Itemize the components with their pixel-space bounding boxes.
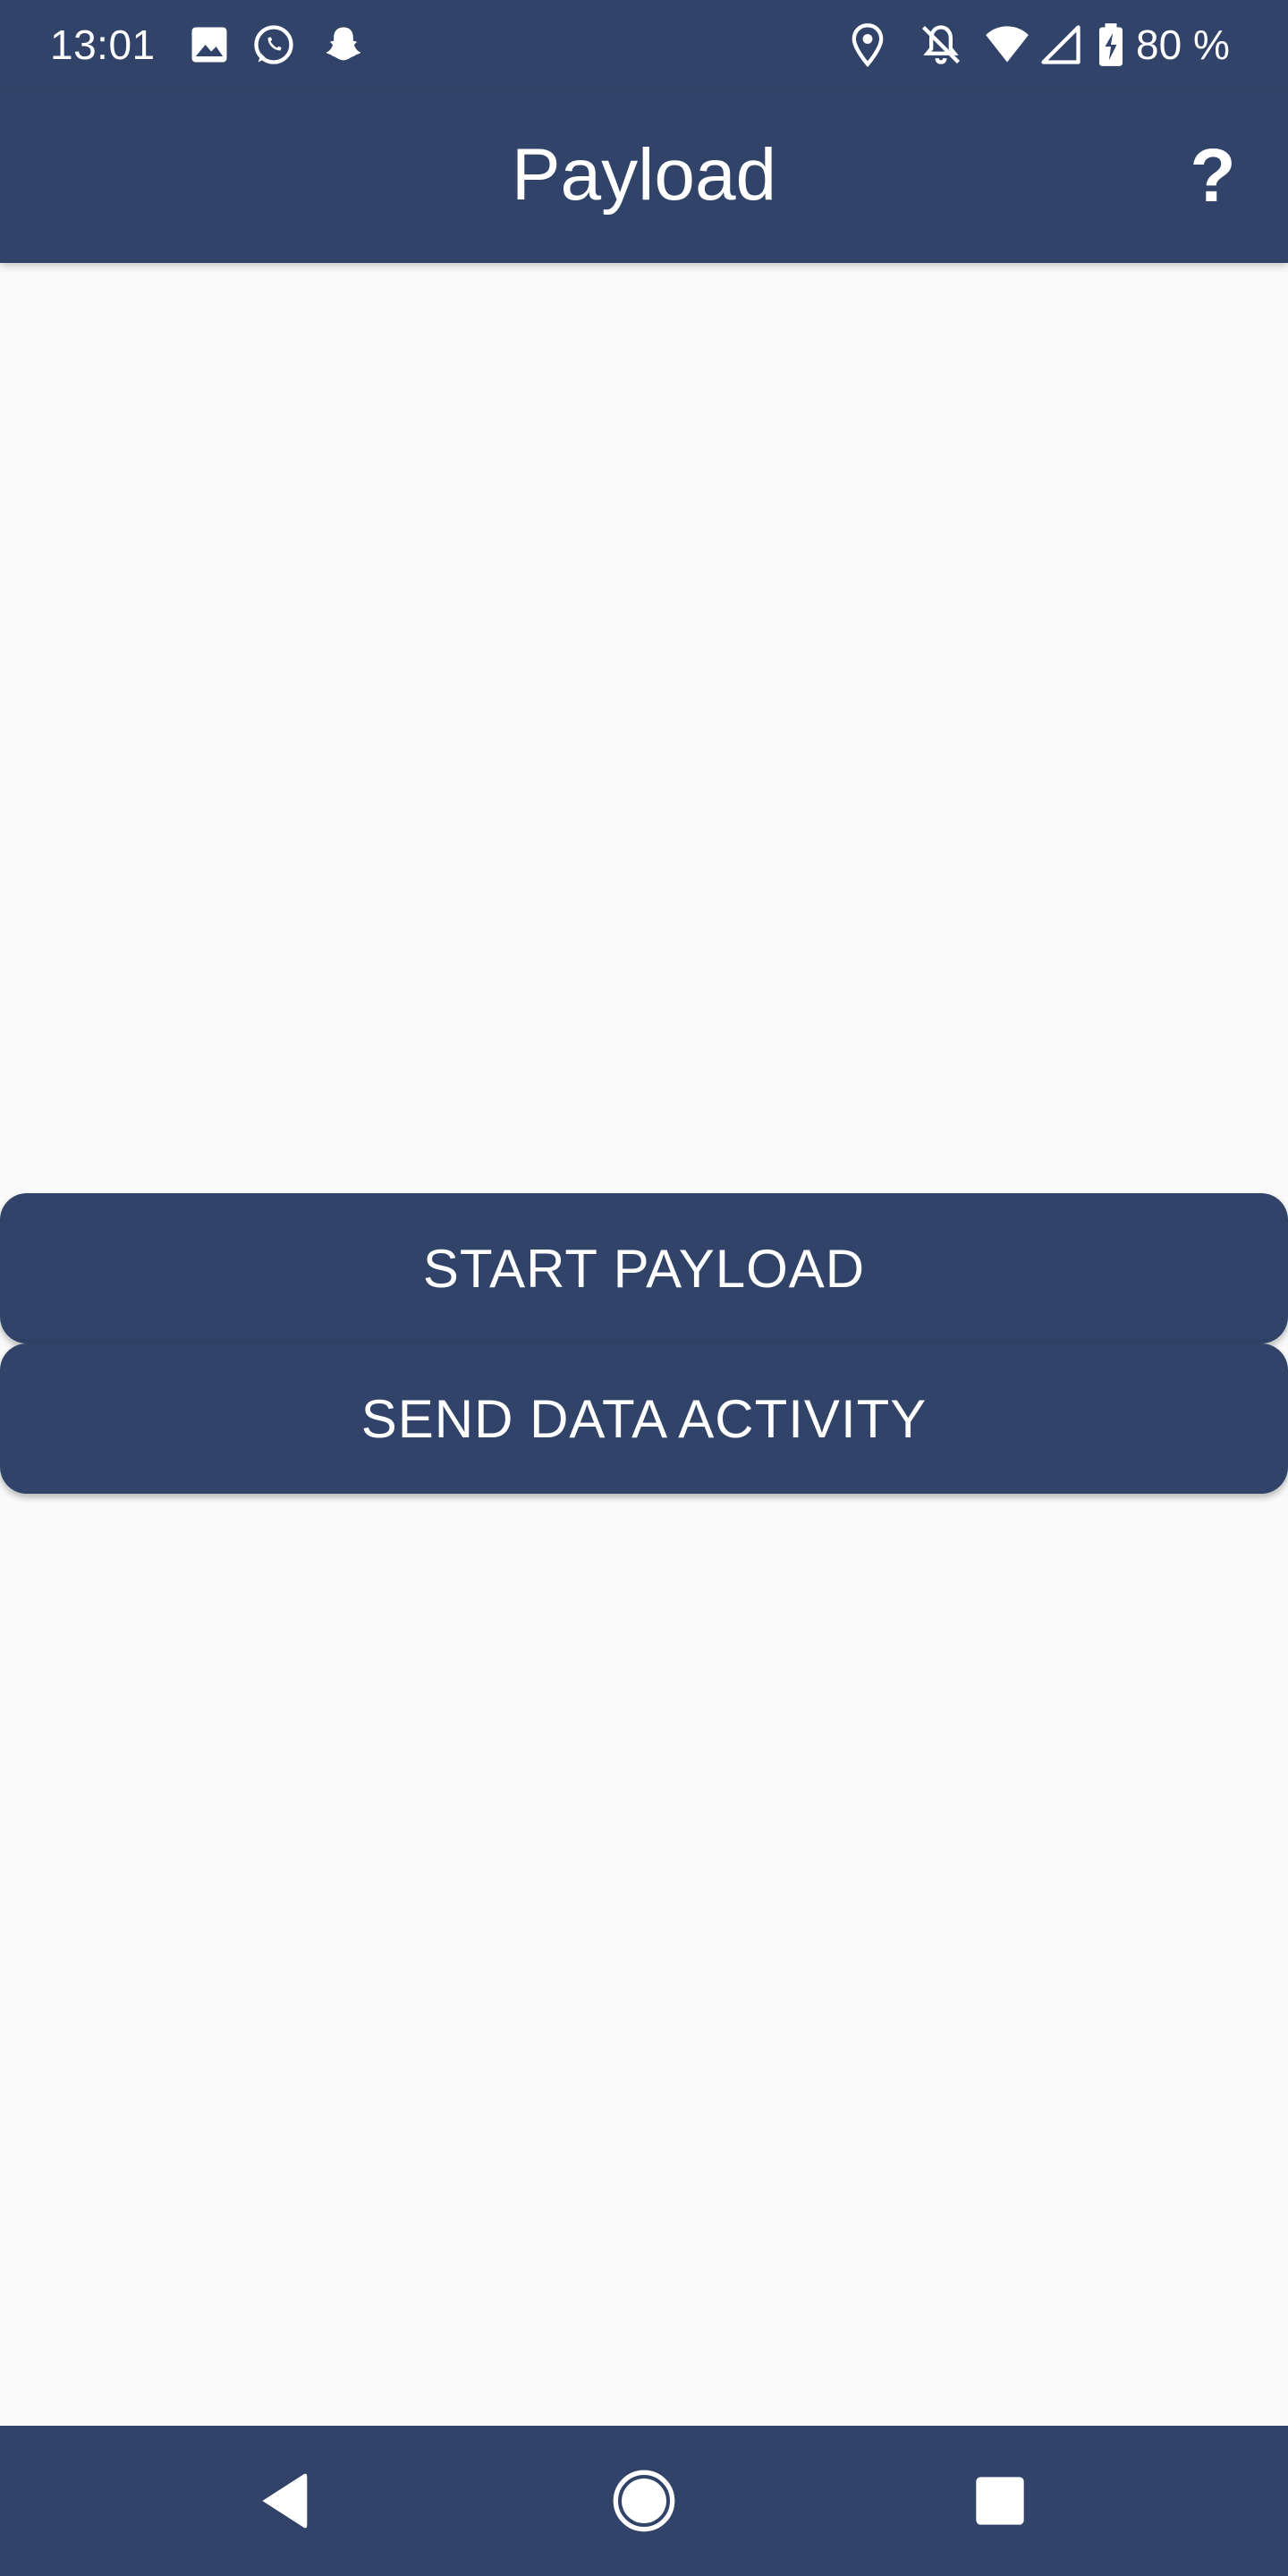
location-icon [844,21,891,68]
status-bar: 13:01 80 % [0,0,1288,88]
navigation-bar [0,2426,1288,2576]
recents-icon[interactable] [964,2465,1036,2537]
whatsapp-icon [250,21,297,68]
battery-percentage: 80 % [1136,21,1230,68]
image-icon [186,21,233,68]
app-bar: Payload ? [0,88,1288,263]
send-data-activity-button[interactable]: SEND DATA ACTIVITY [0,1343,1288,1494]
help-button[interactable]: ? [1181,132,1245,218]
status-time: 13:01 [50,21,156,68]
page-title: Payload [511,134,777,216]
cellular-signal-icon [1038,21,1084,68]
notifications-off-icon [918,21,964,68]
start-payload-button[interactable]: START PAYLOAD [0,1193,1288,1343]
back-icon[interactable] [250,2465,322,2537]
home-icon[interactable] [608,2465,680,2537]
battery-charging-icon [1093,21,1129,68]
snapchat-icon [320,21,367,68]
wifi-icon [984,21,1030,68]
